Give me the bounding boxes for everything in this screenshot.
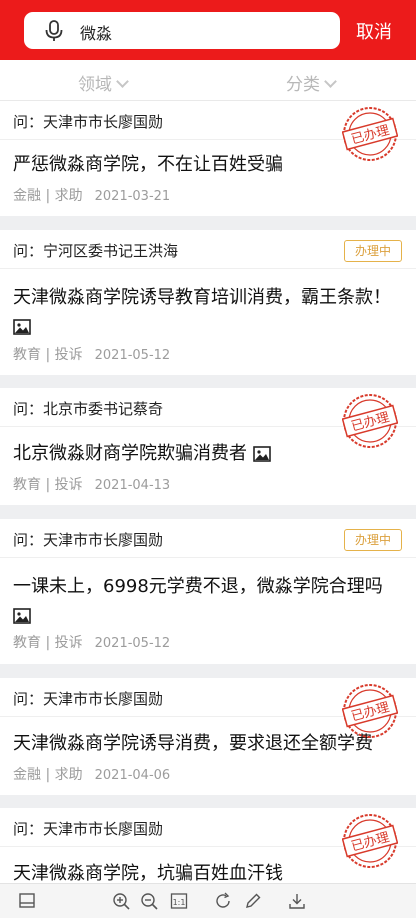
list-item[interactable]: 问：北京市委书记蔡奇 北京微淼财商学院欺骗消费者 教育 | 投诉 2021-04-… — [0, 388, 416, 505]
item-category: 教育 — [13, 347, 41, 363]
stamp-done-icon: 已办理 — [342, 814, 398, 868]
item-date: 2021-04-06 — [94, 768, 171, 783]
item-date: 2021-05-12 — [94, 348, 171, 363]
filter-bar: 领域 分类 — [0, 60, 416, 101]
chevron-down-icon — [116, 75, 129, 88]
category-filter[interactable]: 分类 — [286, 70, 337, 95]
item-meta: 金融 | 求助 2021-03-21 — [13, 188, 171, 204]
item-date: 2021-05-12 — [94, 636, 171, 651]
image-icon — [13, 319, 31, 335]
microphone-icon[interactable] — [44, 20, 64, 42]
stamp-done-icon: 已办理 — [342, 107, 398, 161]
item-meta: 教育 | 投诉 2021-05-12 — [13, 635, 171, 651]
item-type: 投诉 — [54, 477, 83, 493]
domain-filter[interactable]: 领域 — [78, 70, 129, 95]
question-recipient: 问：天津市市长廖国勋 — [13, 690, 164, 708]
category-filter-label: 分类 — [286, 75, 320, 95]
item-date: 2021-03-21 — [94, 189, 171, 204]
svg-text:已办理: 已办理 — [350, 410, 392, 435]
svg-text:1:1: 1:1 — [173, 898, 186, 907]
svg-text:已办理: 已办理 — [350, 123, 392, 148]
cancel-button[interactable]: 取消 — [356, 18, 392, 44]
svg-text:已办理: 已办理 — [350, 700, 392, 725]
item-title[interactable]: 天津微淼商学院诱导教育培训消费，霸王条款！ — [13, 283, 407, 341]
header-bar: 微淼 取消 — [0, 0, 416, 60]
svg-text:已办理: 已办理 — [350, 830, 392, 855]
item-type: 求助 — [54, 188, 83, 204]
search-query-text: 微淼 — [80, 24, 113, 43]
panel-icon[interactable] — [18, 892, 36, 910]
search-input[interactable]: 微淼 — [24, 12, 340, 49]
item-meta: 教育 | 投诉 2021-05-12 — [13, 347, 171, 363]
item-title[interactable]: 一课未上，6998元学费不退，微淼学院合理吗 — [13, 572, 407, 630]
item-meta: 金融 | 求助 2021-04-06 — [13, 767, 171, 783]
zoom-out-icon[interactable] — [140, 892, 158, 910]
item-category: 金融 — [13, 188, 41, 204]
question-recipient: 问：宁河区委书记王洪海 — [13, 242, 179, 260]
item-type: 求助 — [54, 767, 83, 783]
image-icon — [252, 446, 271, 462]
edit-icon[interactable] — [244, 892, 262, 910]
item-category: 教育 — [13, 635, 41, 651]
stamp-done-icon: 已办理 — [342, 684, 398, 738]
actual-size-icon[interactable]: 1:1 — [170, 892, 188, 910]
domain-filter-label: 领域 — [78, 75, 112, 95]
list-item[interactable]: 问：天津市市长廖国勋 天津微淼商学院诱导消费，要求退还全额学费 金融 | 求助 2… — [0, 678, 416, 795]
item-meta: 教育 | 投诉 2021-04-13 — [13, 477, 171, 493]
divider — [0, 268, 416, 269]
question-recipient: 问：天津市市长廖国勋 — [13, 113, 164, 131]
list-item[interactable]: 问：天津市市长廖国勋 严惩微淼商学院，不在让百姓受骗 金融 | 求助 2021-0… — [0, 101, 416, 216]
status-badge: 办理中 — [344, 240, 402, 262]
rotate-icon[interactable] — [214, 892, 232, 910]
stamp-done-icon: 已办理 — [342, 394, 398, 448]
viewer-toolbar: 1:1 — [0, 883, 416, 918]
item-category: 教育 — [13, 477, 41, 493]
download-icon[interactable] — [288, 892, 306, 910]
item-type: 投诉 — [54, 347, 83, 363]
list-item[interactable]: 问：宁河区委书记王洪海 办理中 天津微淼商学院诱导教育培训消费，霸王条款！ 教育… — [0, 230, 416, 375]
question-recipient: 问：天津市市长廖国勋 — [13, 531, 164, 549]
divider — [0, 557, 416, 558]
zoom-in-icon[interactable] — [112, 892, 130, 910]
list-item[interactable]: 问：天津市市长廖国勋 办理中 一课未上，6998元学费不退，微淼学院合理吗 教育… — [0, 519, 416, 664]
item-category: 金融 — [13, 767, 41, 783]
image-icon — [13, 608, 31, 624]
item-type: 投诉 — [54, 635, 83, 651]
question-recipient: 问：天津市市长廖国勋 — [13, 820, 164, 838]
status-badge: 办理中 — [344, 529, 402, 551]
question-recipient: 问：北京市委书记蔡奇 — [13, 400, 164, 418]
chevron-down-icon — [324, 75, 337, 88]
item-date: 2021-04-13 — [94, 478, 171, 493]
